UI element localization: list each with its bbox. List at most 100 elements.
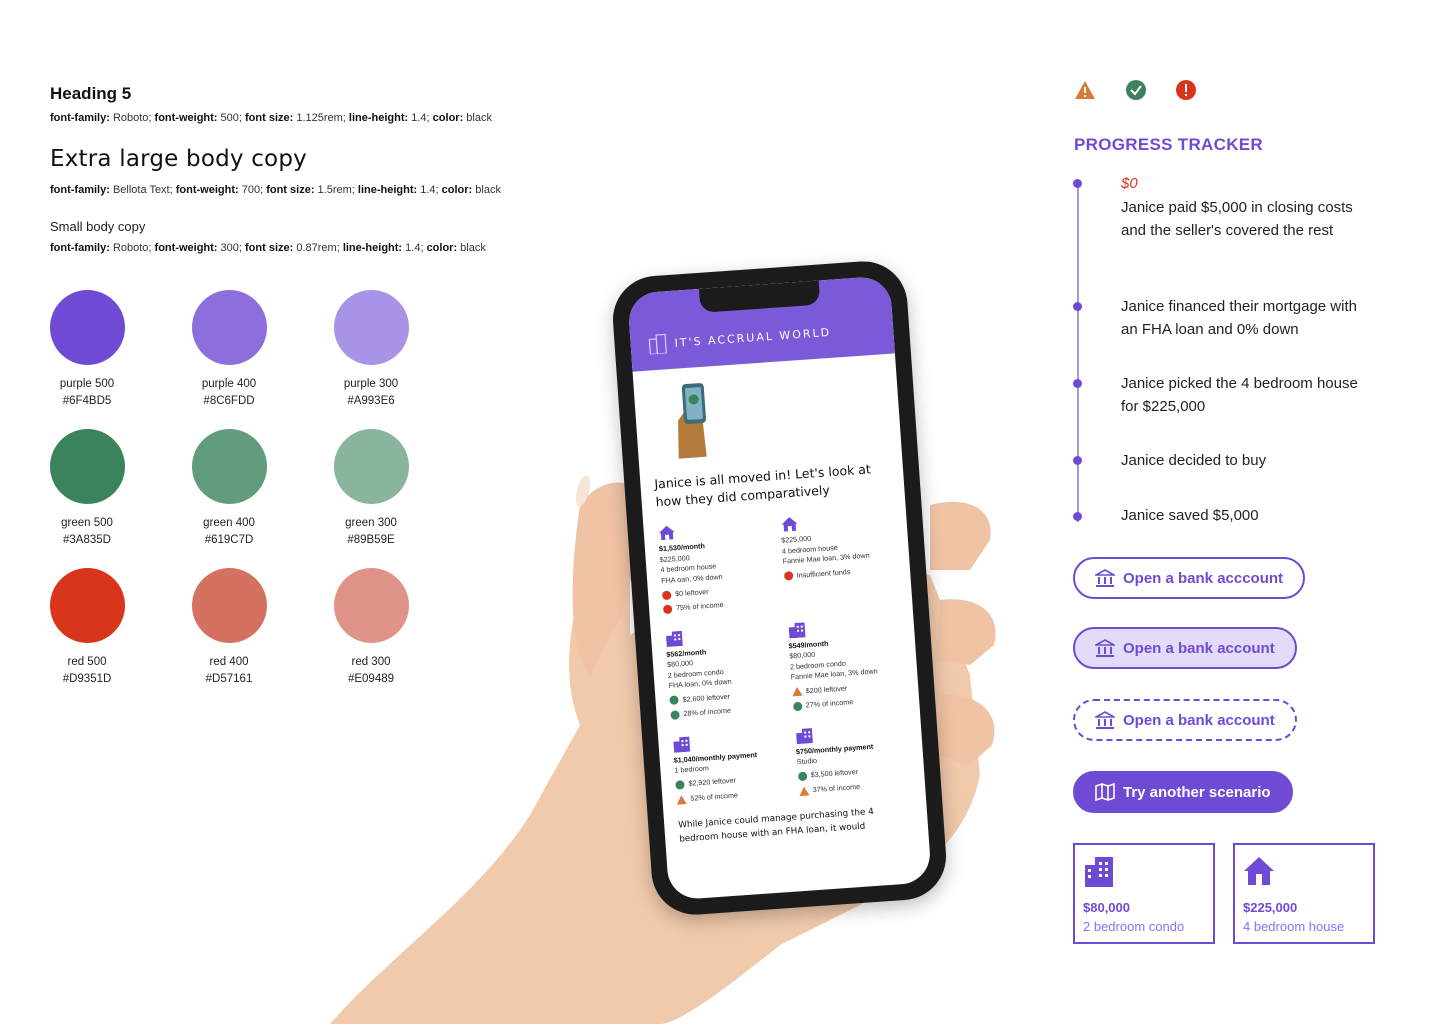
screen-footer-text: While Janice could manage purchasing the…	[677, 807, 875, 845]
comparison-cell: $1,040/monthly payment 1 bedroom $2,920 le…	[672, 729, 789, 805]
cell-status: 37% of income	[798, 778, 911, 796]
heading5-spec: font-family: Roboto; font-weight: 500; f…	[50, 112, 492, 124]
bank-icon	[1095, 639, 1115, 657]
warning-icon	[676, 794, 687, 805]
tracker-step-2: Janice financed their mortgage with an F…	[1121, 298, 1357, 338]
tracker-step-4: Janice decided to buy	[1121, 452, 1267, 469]
tracker-amount: $0	[1121, 175, 1138, 192]
status-text: Insufficient funds	[796, 566, 851, 580]
warning-icon	[1075, 81, 1095, 99]
status-text: $200 leftover	[805, 683, 848, 696]
small-body-sample: Small body copy	[50, 219, 146, 234]
comparison-cell: $750/monthly payment Studio $3,500 leftove…	[794, 720, 911, 796]
heading5-sample: Heading 5	[50, 84, 132, 103]
building-icon	[672, 735, 691, 753]
house-icon	[780, 516, 799, 533]
tracker-line	[1077, 180, 1079, 522]
error-icon	[662, 604, 673, 615]
button-label: Try another scenario	[1123, 783, 1271, 801]
status-text: 52% of income	[690, 790, 739, 803]
building-icon	[1085, 857, 1113, 887]
building-icon	[665, 630, 684, 647]
warning-icon	[791, 687, 803, 697]
comparison-cell: $562/month $80,000 2 bedroom condo FHA loan…	[665, 623, 783, 720]
check-icon	[792, 701, 803, 712]
card-price: $80,000	[1083, 900, 1130, 915]
error-icon	[783, 571, 793, 581]
bank-icon	[1095, 569, 1115, 587]
check-icon	[675, 780, 685, 790]
status-text: 37% of income	[812, 781, 861, 794]
status-text: $2,600 leftover	[682, 691, 731, 704]
xl-body-spec: font-family: Bellota Text; font-weight: …	[50, 184, 501, 196]
progress-tracker-title: PROGRESS TRACKER	[1074, 135, 1263, 154]
status-text: $3,500 leftover	[810, 767, 859, 780]
status-text: 28% of income	[683, 705, 732, 719]
check-icon	[797, 771, 808, 782]
cell-status: 75% of income	[662, 597, 776, 615]
building-logo-icon	[648, 333, 667, 355]
property-card-condo[interactable]: $80,000 2 bedroom condo	[1073, 843, 1215, 944]
swatch-purple-500: purple 500 #6F4BD5	[32, 290, 142, 407]
cell-status: 52% of income	[676, 787, 789, 805]
house-icon	[657, 524, 676, 541]
cell-status: 27% of income	[792, 694, 905, 712]
xl-body-sample: Extra large body copy	[50, 146, 307, 172]
open-bank-account-button-hover[interactable]: Open a bank account	[1073, 627, 1297, 669]
comparison-cell: $1,530/month $225,000 4 bedroom house FHA o…	[657, 518, 775, 615]
cell-status: Insufficient funds	[783, 563, 896, 581]
phone-in-hand-illustration	[678, 383, 707, 459]
open-bank-account-button-focus[interactable]: Open a bank account	[1073, 699, 1297, 741]
tracker-step-5: Janice saved $5,000	[1121, 507, 1259, 524]
warning-icon	[798, 785, 810, 796]
color-circle	[49, 290, 125, 365]
swatch-green-500: green 500 #3A835D	[32, 429, 142, 546]
swatch-green-400: green 400 #619C7D	[174, 429, 284, 546]
building-icon	[787, 621, 806, 639]
button-label: Open a bank acccount	[1123, 569, 1284, 587]
swatch-red-500: red 500 #D9351D	[32, 568, 142, 685]
color-circle	[191, 429, 267, 504]
tracker-dot	[1073, 179, 1082, 188]
error-icon	[661, 590, 672, 600]
check-icon	[670, 710, 680, 720]
color-circle	[49, 568, 125, 643]
small-body-spec: font-family: Roboto; font-weight: 300; f…	[50, 242, 486, 254]
map-icon	[1095, 783, 1115, 801]
screen-heading: Janice is all moved in! Let's look at ho…	[653, 461, 872, 510]
status-icons-row	[1074, 80, 1196, 100]
check-icon	[1126, 80, 1146, 100]
tracker-dot	[1073, 302, 1082, 311]
swatch-red-400: red 400 #D57161	[174, 568, 284, 685]
tracker-step-1: Janice paid $5,000 in closing costs and …	[1121, 199, 1353, 239]
app-brand: IT'S ACCRUAL WORLD	[674, 325, 832, 350]
property-card-house[interactable]: $225,000 4 bedroom house	[1233, 843, 1375, 944]
phone-screen: IT'S ACCRUAL WORLD Janice is all moved i…	[627, 275, 932, 901]
phone-mockup: IT'S ACCRUAL WORLD Janice is all moved i…	[610, 258, 949, 918]
button-label: Open a bank account	[1123, 639, 1275, 657]
tracker-dot	[1073, 456, 1082, 465]
cell-status: 28% of income	[670, 702, 783, 720]
color-circle	[191, 568, 267, 643]
comparison-cell: $225,000 4 bedroom house Fannie Mae loan, …	[780, 509, 898, 606]
status-text: $2,920 leftover	[688, 775, 737, 789]
color-circle	[49, 429, 125, 504]
swatch-purple-400: purple 400 #8C6FDD	[174, 290, 284, 407]
try-another-scenario-button[interactable]: Try another scenario	[1073, 771, 1293, 813]
building-icon	[794, 727, 813, 744]
card-price: $225,000	[1243, 900, 1298, 915]
house-icon	[1244, 857, 1274, 885]
tracker-step-3: Janice picked the 4 bedroom house for $2…	[1121, 375, 1358, 415]
check-icon	[669, 695, 679, 706]
card-description: 4 bedroom house	[1243, 919, 1345, 934]
button-label: Open a bank account	[1123, 711, 1275, 729]
comparison-grid: $1,530/month $225,000 4 bedroom house FHA o…	[657, 509, 911, 805]
status-text: $0 leftover	[674, 586, 709, 599]
error-icon	[1176, 80, 1196, 100]
status-text: 75% of income	[675, 600, 724, 613]
open-bank-account-button-default[interactable]: Open a bank acccount	[1073, 557, 1306, 599]
status-text: 27% of income	[805, 697, 854, 710]
comparison-cell: $549/month $80,000 2 bedroom condo Fannie M…	[787, 615, 905, 712]
bank-icon	[1095, 711, 1115, 729]
card-description: 2 bedroom condo	[1083, 919, 1185, 934]
